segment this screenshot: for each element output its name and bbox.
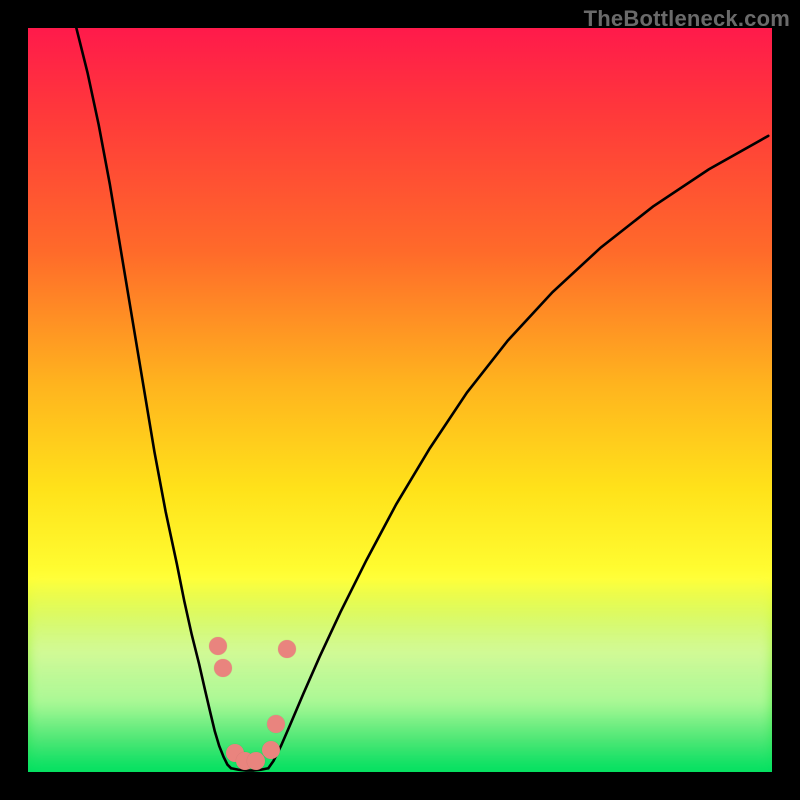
marker-m7 [267,715,285,733]
curve-left [76,28,231,768]
plot-area [28,28,772,772]
marker-m6 [262,741,280,759]
marker-m2 [214,659,232,677]
curve-svg [28,28,772,772]
chart-stage: TheBottleneck.com [0,0,800,800]
curve-right [268,136,768,768]
marker-m1 [209,637,227,655]
marker-m5 [247,752,265,770]
